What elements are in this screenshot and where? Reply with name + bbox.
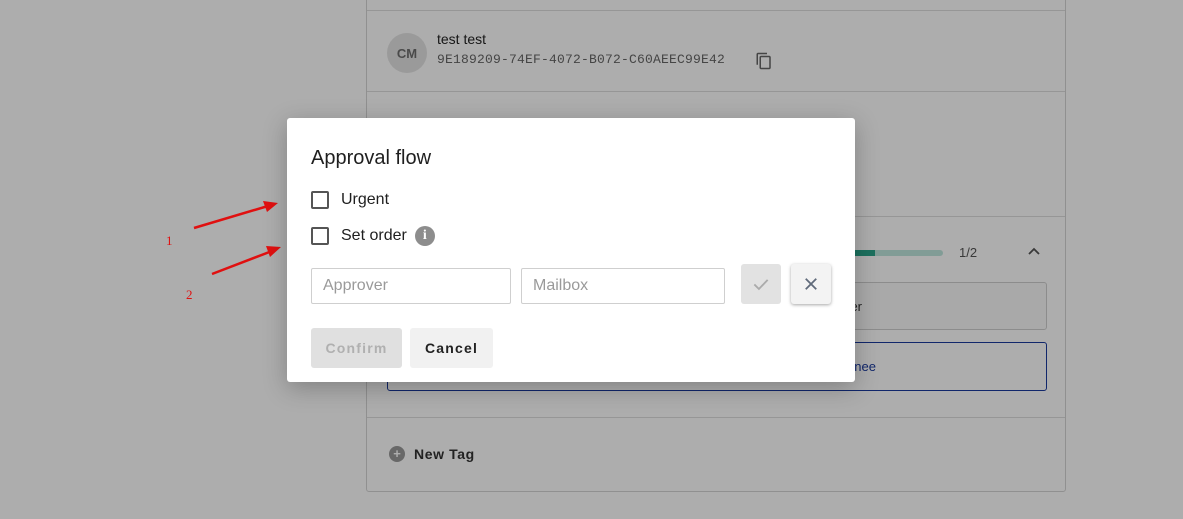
annotation-number-1: 1 <box>166 233 173 248</box>
set-order-label: Set order <box>341 227 407 244</box>
urgent-label: Urgent <box>341 191 390 208</box>
approve-button[interactable] <box>741 264 781 304</box>
check-icon <box>753 279 769 291</box>
cancel-button[interactable]: Cancel <box>410 328 493 368</box>
confirm-button[interactable]: Confirm <box>311 328 402 368</box>
set-order-checkbox[interactable] <box>311 227 329 245</box>
remove-button[interactable] <box>791 264 831 304</box>
approval-flow-dialog: Approval flow Urgent Set order i Confirm… <box>287 118 855 382</box>
info-icon[interactable]: i <box>414 226 435 246</box>
urgent-option[interactable]: Urgent <box>311 191 389 209</box>
approver-input[interactable] <box>311 268 511 304</box>
annotation-number-2: 2 <box>186 287 193 302</box>
dialog-title: Approval flow <box>311 147 432 169</box>
close-icon <box>805 278 817 290</box>
urgent-checkbox[interactable] <box>311 191 329 209</box>
mailbox-input[interactable] <box>521 268 725 304</box>
set-order-option[interactable]: Set order i <box>311 226 435 246</box>
